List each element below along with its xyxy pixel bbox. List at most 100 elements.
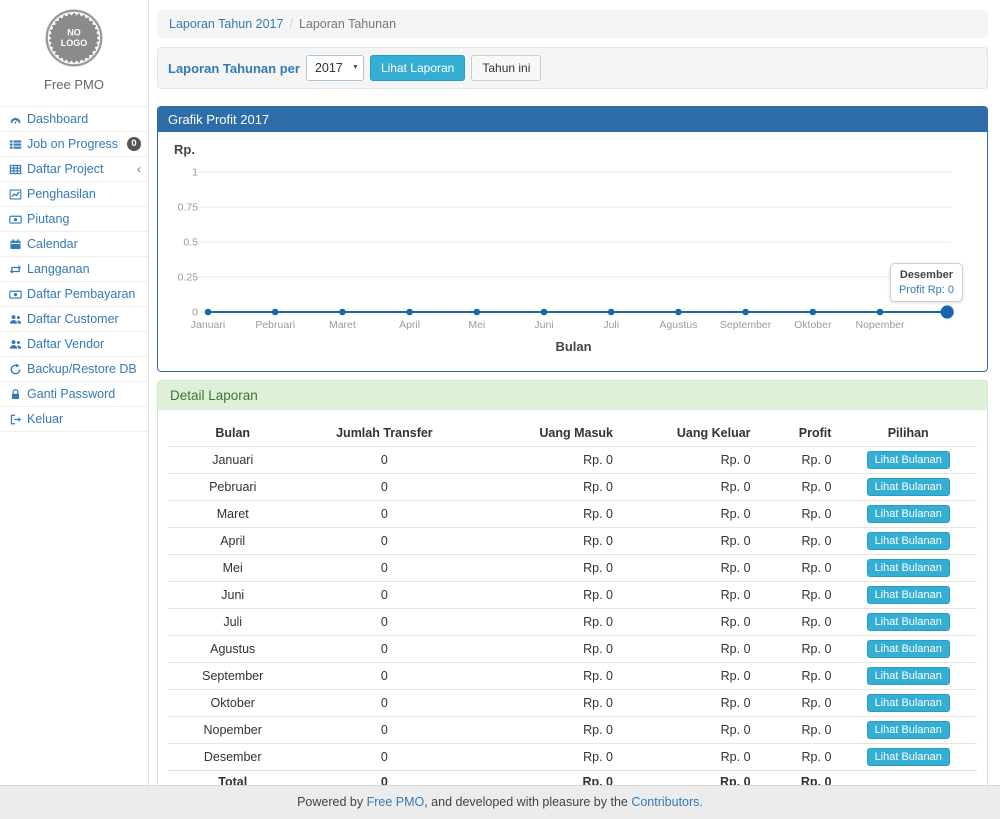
chart-tooltip-title: Desember bbox=[899, 269, 954, 281]
cell-profit: Rp. 0 bbox=[759, 609, 840, 636]
cell-profit: Rp. 0 bbox=[759, 744, 840, 771]
lihat-bulanan-button-september[interactable]: Lihat Bulanan bbox=[867, 667, 950, 685]
page-footer: Powered by Free PMO, and developed with … bbox=[0, 785, 1000, 819]
sidebar-item-ganti-password[interactable]: Ganti Password bbox=[0, 382, 148, 407]
data-point-juli[interactable] bbox=[608, 309, 615, 316]
cell-bulan: Agustus bbox=[168, 636, 297, 663]
cell-jumlah: 0 bbox=[297, 663, 471, 690]
table-row-mei: Mei0Rp. 0Rp. 0Rp. 0Lihat Bulanan bbox=[168, 555, 977, 582]
sidebar-item-daftar-customer[interactable]: Daftar Customer bbox=[0, 307, 148, 332]
sidebar-item-keluar[interactable]: Keluar bbox=[0, 407, 148, 432]
cell-keluar: Rp. 0 bbox=[621, 663, 759, 690]
sidebar-item-langganan[interactable]: Langganan bbox=[0, 257, 148, 282]
cell-profit: Rp. 0 bbox=[759, 555, 840, 582]
table-row-agustus: Agustus0Rp. 0Rp. 0Rp. 0Lihat Bulanan bbox=[168, 636, 977, 663]
cell-masuk: Rp. 0 bbox=[471, 717, 621, 744]
data-point-nopember[interactable] bbox=[877, 309, 884, 316]
data-point-mei[interactable] bbox=[474, 309, 481, 316]
sidebar-item-label: Dashboard bbox=[27, 112, 141, 126]
sidebar-item-piutang[interactable]: Piutang bbox=[0, 207, 148, 232]
lihat-bulanan-button-april[interactable]: Lihat Bulanan bbox=[867, 532, 950, 550]
col-header-profit: Profit bbox=[759, 420, 840, 447]
chart-tooltip-value: Profit Rp: 0 bbox=[899, 284, 954, 296]
breadcrumb-separator: / bbox=[289, 17, 292, 31]
table-row-pebruari: Pebruari0Rp. 0Rp. 0Rp. 0Lihat Bulanan bbox=[168, 474, 977, 501]
tahun-ini-button[interactable]: Tahun ini bbox=[471, 55, 541, 81]
cell-jumlah: 0 bbox=[297, 744, 471, 771]
lihat-bulanan-button-pebruari[interactable]: Lihat Bulanan bbox=[867, 478, 950, 496]
profit-chart-panel: Grafik Profit 2017 Rp.10.750.50.250Janua… bbox=[157, 106, 988, 372]
cell-masuk: Rp. 0 bbox=[471, 663, 621, 690]
job-count-badge: 0 bbox=[127, 137, 141, 151]
lihat-bulanan-button-juni[interactable]: Lihat Bulanan bbox=[867, 586, 950, 604]
data-point-september[interactable] bbox=[742, 309, 749, 316]
sidebar-item-penghasilan[interactable]: Penghasilan bbox=[0, 182, 148, 207]
lihat-bulanan-button-desember[interactable]: Lihat Bulanan bbox=[867, 748, 950, 766]
total-masuk: Rp. 0 bbox=[471, 771, 621, 786]
calendar-icon bbox=[8, 238, 23, 251]
cell-bulan: September bbox=[168, 663, 297, 690]
lihat-laporan-button[interactable]: Lihat Laporan bbox=[370, 55, 465, 81]
data-point-april[interactable] bbox=[406, 309, 413, 316]
col-header-masuk: Uang Masuk bbox=[471, 420, 621, 447]
table-row-april: April0Rp. 0Rp. 0Rp. 0Lihat Bulanan bbox=[168, 528, 977, 555]
total-profit: Rp. 0 bbox=[759, 771, 840, 786]
year-filter-form: Laporan Tahunan per 2017 Lihat Laporan T… bbox=[157, 47, 988, 89]
money-icon bbox=[8, 213, 23, 226]
lihat-bulanan-button-agustus[interactable]: Lihat Bulanan bbox=[867, 640, 950, 658]
sidebar-item-label: Daftar Customer bbox=[27, 312, 141, 326]
lihat-bulanan-button-oktober[interactable]: Lihat Bulanan bbox=[867, 694, 950, 712]
data-point-oktober[interactable] bbox=[810, 309, 817, 316]
lihat-bulanan-button-mei[interactable]: Lihat Bulanan bbox=[867, 559, 950, 577]
chart-tooltip: Desember Profit Rp: 0 bbox=[890, 263, 963, 302]
footer-link-contributors[interactable]: Contributors. bbox=[631, 795, 703, 809]
cell-keluar: Rp. 0 bbox=[621, 690, 759, 717]
data-point-juni[interactable] bbox=[541, 309, 548, 316]
total-jumlah: 0 bbox=[297, 771, 471, 786]
year-select[interactable]: 2017 bbox=[306, 55, 364, 81]
data-point-desember[interactable] bbox=[941, 305, 954, 318]
breadcrumb-current: Laporan Tahunan bbox=[299, 17, 396, 31]
sidebar-item-daftar-vendor[interactable]: Daftar Vendor bbox=[0, 332, 148, 357]
cell-bulan: Januari bbox=[168, 447, 297, 474]
footer-link-free-pmo[interactable]: Free PMO bbox=[367, 795, 425, 809]
cell-bulan: Juli bbox=[168, 609, 297, 636]
cell-bulan: Desember bbox=[168, 744, 297, 771]
no-logo-badge: NOLOGO bbox=[45, 9, 103, 67]
cell-pilihan: Lihat Bulanan bbox=[839, 663, 977, 690]
detail-report-panel: Detail Laporan Bulan Jumlah Transfer Uan… bbox=[157, 380, 988, 785]
lihat-bulanan-button-juli[interactable]: Lihat Bulanan bbox=[867, 613, 950, 631]
cell-keluar: Rp. 0 bbox=[621, 609, 759, 636]
cell-jumlah: 0 bbox=[297, 609, 471, 636]
sign-out-icon bbox=[8, 413, 23, 426]
sidebar-item-daftar-project[interactable]: Daftar Project‹ bbox=[0, 157, 148, 182]
year-filter-label: Laporan Tahunan per bbox=[168, 61, 300, 76]
data-point-pebruari[interactable] bbox=[272, 309, 279, 316]
total-bulan: Total bbox=[168, 771, 297, 786]
table-row-desember: Desember0Rp. 0Rp. 0Rp. 0Lihat Bulanan bbox=[168, 744, 977, 771]
table-row-maret: Maret0Rp. 0Rp. 0Rp. 0Lihat Bulanan bbox=[168, 501, 977, 528]
lihat-bulanan-button-maret[interactable]: Lihat Bulanan bbox=[867, 505, 950, 523]
cell-masuk: Rp. 0 bbox=[471, 690, 621, 717]
cell-profit: Rp. 0 bbox=[759, 474, 840, 501]
sidebar-item-job-on-progress[interactable]: Job on Progress0 bbox=[0, 132, 148, 157]
lihat-bulanan-button-nopember[interactable]: Lihat Bulanan bbox=[867, 721, 950, 739]
data-point-januari[interactable] bbox=[205, 309, 212, 316]
data-point-agustus[interactable] bbox=[675, 309, 682, 316]
sidebar-item-backup-restore-db[interactable]: Backup/Restore DB bbox=[0, 357, 148, 382]
cell-masuk: Rp. 0 bbox=[471, 528, 621, 555]
sidebar-item-calendar[interactable]: Calendar bbox=[0, 232, 148, 257]
main-content: Laporan Tahun 2017 / Laporan Tahunan Lapor… bbox=[149, 0, 1000, 785]
data-point-maret[interactable] bbox=[339, 309, 346, 316]
lihat-bulanan-button-januari[interactable]: Lihat Bulanan bbox=[867, 451, 950, 469]
year-select-wrap: 2017 bbox=[306, 55, 364, 81]
sidebar-item-daftar-pembayaran[interactable]: Daftar Pembayaran bbox=[0, 282, 148, 307]
svg-text:1: 1 bbox=[192, 167, 198, 179]
sidebar-item-dashboard[interactable]: Dashboard bbox=[0, 107, 148, 132]
svg-text:September: September bbox=[720, 319, 772, 331]
brand-name: Free PMO bbox=[0, 77, 148, 92]
retweet-icon bbox=[8, 263, 23, 276]
breadcrumb-link-laporan-tahun[interactable]: Laporan Tahun 2017 bbox=[169, 17, 283, 31]
cell-keluar: Rp. 0 bbox=[621, 447, 759, 474]
cell-jumlah: 0 bbox=[297, 717, 471, 744]
